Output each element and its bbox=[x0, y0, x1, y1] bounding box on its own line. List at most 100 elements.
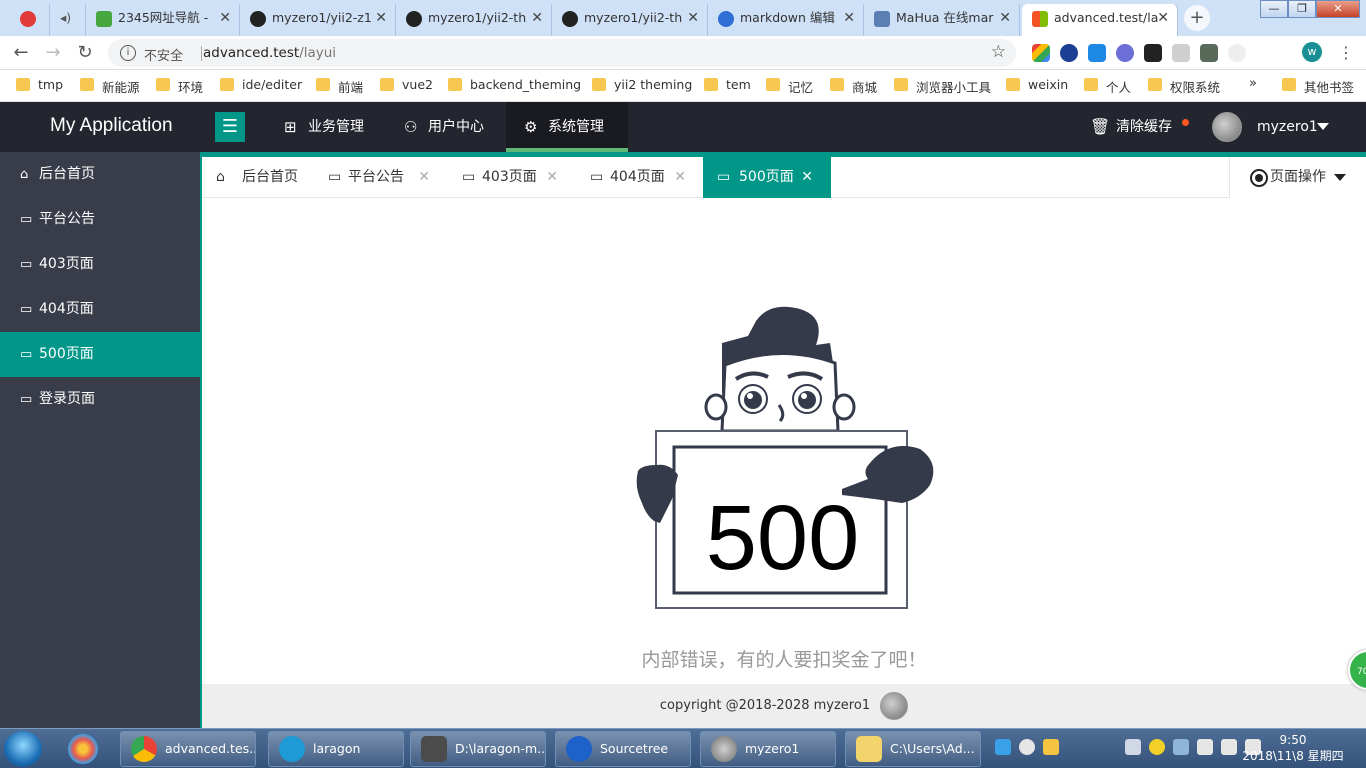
close-icon[interactable]: ✕ bbox=[219, 4, 231, 32]
close-icon[interactable]: ✕ bbox=[801, 157, 813, 198]
bookmarks-overflow-button[interactable]: » bbox=[1249, 76, 1257, 91]
notification-bell-icon[interactable] bbox=[1019, 739, 1035, 755]
sidebar-item-announcement[interactable]: ▭ 平台公告 bbox=[0, 197, 200, 242]
bookmark-folder[interactable]: 环境 bbox=[156, 77, 203, 96]
taskbar-item-laragon[interactable]: laragon bbox=[268, 731, 404, 767]
topnav-business[interactable]: ⊞ 业务管理 bbox=[266, 102, 384, 152]
close-icon[interactable]: ✕ bbox=[687, 4, 699, 32]
topnav-user-center[interactable]: ⚇ 用户中心 bbox=[386, 102, 504, 152]
sidebar-item-login[interactable]: ▭ 登录页面 bbox=[0, 377, 200, 422]
sidebar-item-500[interactable]: ▭ 500页面 bbox=[0, 332, 200, 377]
close-icon[interactable]: ✕ bbox=[546, 157, 558, 198]
bookmark-folder[interactable]: backend_theming bbox=[448, 77, 581, 92]
tray-icon[interactable] bbox=[1043, 739, 1059, 755]
browser-tab-active[interactable]: advanced.test/la ✕ bbox=[1022, 4, 1178, 36]
bookmark-folder[interactable]: ide/editer bbox=[220, 77, 302, 92]
close-icon[interactable]: ✕ bbox=[418, 157, 430, 198]
tab-home[interactable]: ⌂ 后台首页 bbox=[202, 157, 314, 198]
close-icon[interactable]: ✕ bbox=[843, 4, 855, 32]
close-icon[interactable]: ✕ bbox=[674, 157, 686, 198]
bookmark-folder[interactable]: tmp bbox=[16, 77, 63, 92]
taskbar-clock[interactable]: 9:50 2018\11\8 星期四 bbox=[1238, 732, 1348, 764]
pinned-app-icon[interactable] bbox=[68, 734, 98, 764]
app-logo[interactable]: My Application bbox=[50, 115, 173, 137]
reload-icon[interactable]: ↻ bbox=[74, 42, 96, 64]
network-icon[interactable] bbox=[1197, 739, 1213, 755]
taskbar-item-sublime[interactable]: D:\laragon-m... bbox=[410, 731, 546, 767]
sidebar-item-404[interactable]: ▭ 404页面 bbox=[0, 287, 200, 332]
sidebar-item-403[interactable]: ▭ 403页面 bbox=[0, 242, 200, 287]
back-arrow-icon[interactable]: ← bbox=[10, 42, 32, 64]
tray-icon[interactable] bbox=[1173, 739, 1189, 755]
close-icon[interactable]: ✕ bbox=[375, 4, 387, 32]
taskbar-item-myzero1[interactable]: myzero1 bbox=[700, 731, 836, 767]
taskbar-item-sourcetree[interactable]: Sourcetree bbox=[555, 731, 691, 767]
url-text[interactable]: advanced.test/layui bbox=[203, 45, 336, 61]
bookmark-folder[interactable]: 前端 bbox=[316, 77, 363, 96]
extension-icon[interactable] bbox=[1172, 44, 1190, 62]
close-icon[interactable]: ✕ bbox=[531, 4, 543, 32]
avatar bbox=[711, 736, 737, 762]
extension-icon[interactable] bbox=[1088, 44, 1106, 62]
extension-icon[interactable] bbox=[1200, 44, 1218, 62]
username[interactable]: myzero1 bbox=[1257, 102, 1318, 152]
page-operations-dropdown[interactable]: 页面操作 bbox=[1229, 157, 1366, 198]
other-bookmarks-folder[interactable]: 其他书签 bbox=[1282, 77, 1354, 96]
browser-tab[interactable]: markdown 编辑 ✕ bbox=[708, 4, 864, 36]
extension-icon[interactable] bbox=[1228, 44, 1246, 62]
chevron-down-icon[interactable] bbox=[1317, 123, 1329, 130]
browser-tab-pinned-1[interactable] bbox=[8, 4, 50, 36]
windows-taskbar: advanced.tes... laragon D:\laragon-m... … bbox=[0, 728, 1366, 768]
browser-tab[interactable]: MaHua 在线mar ✕ bbox=[864, 4, 1020, 36]
power-icon[interactable] bbox=[1221, 739, 1237, 755]
menu-kebab-icon[interactable]: ⋮ bbox=[1338, 43, 1354, 62]
taskbar-item-explorer[interactable]: C:\Users\Ad... bbox=[845, 731, 981, 767]
tab-500[interactable]: ▭ 500页面 ✕ bbox=[703, 157, 831, 198]
tab-announcement[interactable]: ▭ 平台公告 ✕ bbox=[314, 157, 436, 198]
tab-404[interactable]: ▭ 404页面 ✕ bbox=[576, 157, 686, 198]
menu-toggle-button[interactable]: ☰ bbox=[215, 112, 245, 142]
browser-tab[interactable]: myzero1/yii2-z1 ✕ bbox=[240, 4, 396, 36]
info-icon[interactable]: i bbox=[120, 45, 136, 61]
topnav-system[interactable]: ⚙ 系统管理 bbox=[506, 102, 628, 152]
maximize-button[interactable]: ❐ bbox=[1288, 0, 1316, 18]
close-icon[interactable]: ✕ bbox=[1157, 4, 1169, 32]
sidebar-item-home[interactable]: ⌂ 后台首页 bbox=[0, 152, 200, 197]
extension-icon[interactable] bbox=[1060, 44, 1078, 62]
forward-arrow-icon[interactable]: → bbox=[42, 42, 64, 64]
notification-dot bbox=[1182, 119, 1189, 126]
bookmark-folder[interactable]: 商城 bbox=[830, 77, 877, 96]
minimize-button[interactable]: — bbox=[1260, 0, 1288, 18]
extension-icon[interactable] bbox=[1116, 44, 1134, 62]
avatar[interactable] bbox=[1212, 112, 1242, 142]
bookmark-folder[interactable]: 个人 bbox=[1084, 77, 1131, 96]
extension-icon[interactable] bbox=[1032, 44, 1050, 62]
windows-start-icon[interactable] bbox=[4, 731, 42, 767]
new-tab-button[interactable]: + bbox=[1184, 5, 1210, 31]
close-icon[interactable]: ✕ bbox=[999, 4, 1011, 32]
tray-icon[interactable] bbox=[1149, 739, 1165, 755]
extension-icon[interactable] bbox=[1144, 44, 1162, 62]
bookmark-folder[interactable]: vue2 bbox=[380, 77, 433, 92]
bookmark-folder[interactable]: 权限系统 bbox=[1148, 77, 1220, 96]
security-label[interactable]: 不安全 bbox=[144, 45, 183, 64]
bookmark-folder[interactable]: tem bbox=[704, 77, 751, 92]
bookmark-folder[interactable]: 记忆 bbox=[766, 77, 813, 96]
bookmark-star-icon[interactable]: ☆ bbox=[991, 42, 1006, 62]
bluetooth-icon[interactable] bbox=[1125, 739, 1141, 755]
browser-tab[interactable]: myzero1/yii2-th ✕ bbox=[396, 4, 552, 36]
tab-403[interactable]: ▭ 403页面 ✕ bbox=[448, 157, 558, 198]
bookmark-folder[interactable]: weixin bbox=[1006, 77, 1068, 92]
browser-tab-pinned-2[interactable]: ◂) bbox=[50, 4, 86, 36]
bookmark-folder[interactable]: 浏览器小工具 bbox=[894, 77, 991, 96]
bookmark-folder[interactable]: 新能源 bbox=[80, 77, 140, 96]
browser-tab[interactable]: myzero1/yii2-th ✕ bbox=[552, 4, 708, 36]
bookmark-folder[interactable]: yii2 theming bbox=[592, 77, 692, 92]
omnibox[interactable]: i 不安全 advanced.test/layui ☆ bbox=[108, 39, 1016, 67]
close-window-button[interactable]: ✕ bbox=[1316, 0, 1360, 18]
browser-tab[interactable]: 2345网址导航 - ✕ bbox=[86, 4, 240, 36]
profile-avatar[interactable]: w bbox=[1302, 42, 1322, 62]
tray-icon[interactable] bbox=[995, 739, 1011, 755]
taskbar-item-chrome[interactable]: advanced.tes... bbox=[120, 731, 256, 767]
clear-cache-button[interactable]: 🗑 清除缓存 bbox=[1090, 102, 1172, 152]
